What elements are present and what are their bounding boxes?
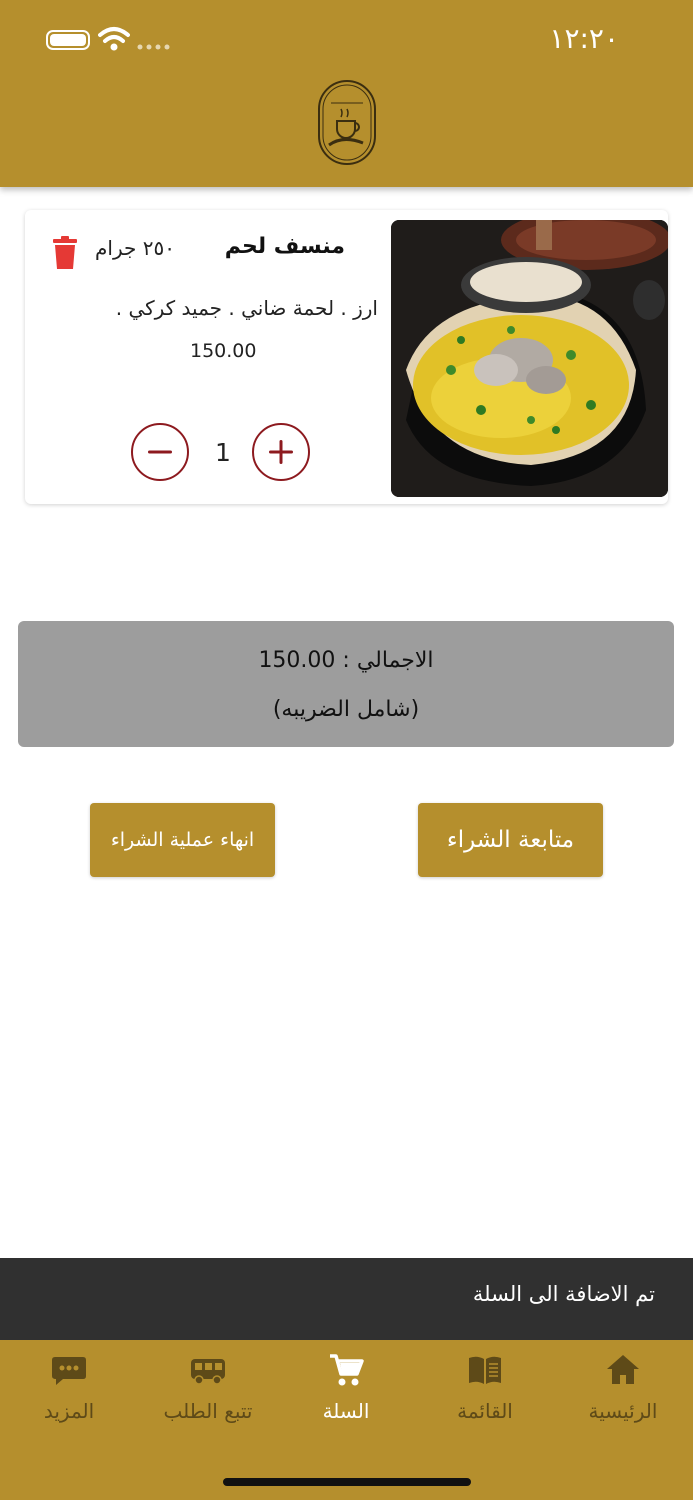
- decrease-quantity-button[interactable]: [131, 423, 189, 481]
- nav-item-track-order[interactable]: تتبع الطلب: [148, 1352, 268, 1434]
- battery-icon: [46, 30, 90, 50]
- item-image: [391, 220, 668, 497]
- home-icon: [607, 1355, 639, 1384]
- app-header: ١٢:٢٠: [0, 0, 693, 187]
- snackbar-message: تم الاضافة الى السلة: [472, 1282, 655, 1306]
- item-weight: ٢٥٠ جرام: [95, 236, 175, 260]
- brand-logo: [318, 80, 376, 165]
- quantity-value: 1: [215, 438, 231, 467]
- nav-item-home[interactable]: الرئيسية: [563, 1352, 683, 1434]
- item-name: منسف لحم: [224, 234, 345, 259]
- menu-book-icon: [469, 1356, 501, 1384]
- nav-label-home: الرئيسية: [588, 1399, 658, 1423]
- item-description: ارز . لحمة ضاني . جميد كركي .: [115, 296, 378, 320]
- snackbar: تم الاضافة الى السلة: [0, 1258, 693, 1340]
- tax-note: (شامل الضريبه): [272, 697, 420, 722]
- truck-icon: [191, 1359, 225, 1385]
- item-price: 150.00: [190, 340, 257, 362]
- continue-shopping-button[interactable]: متابعة الشراء: [418, 803, 603, 877]
- plus-icon: [269, 440, 293, 464]
- home-indicator[interactable]: [223, 1478, 471, 1486]
- nav-label-more: المزيد: [43, 1399, 95, 1423]
- nav-item-menu[interactable]: القائمة: [425, 1352, 545, 1434]
- order-total-box: الاجمالي : 150.00 (شامل الضريبه): [18, 621, 674, 747]
- nav-label-cart: السلة: [322, 1399, 370, 1423]
- cart-icon: [330, 1354, 364, 1386]
- total-amount: الاجمالي : 150.00: [258, 648, 434, 673]
- nav-label-track-order: تتبع الطلب: [163, 1399, 253, 1423]
- increase-quantity-button[interactable]: [252, 423, 310, 481]
- nav-item-more[interactable]: المزيد: [9, 1352, 129, 1434]
- nav-item-cart[interactable]: السلة: [286, 1352, 406, 1434]
- bottom-navigation: الرئيسية القائمة السلة تتبع الطلب المزيد: [0, 1340, 693, 1500]
- status-time: ١٢:٢٠: [549, 22, 619, 55]
- checkout-button[interactable]: انهاء عملية الشراء: [90, 803, 275, 877]
- signal-icon: [137, 44, 170, 50]
- more-icon: [52, 1357, 86, 1385]
- delete-icon[interactable]: [51, 236, 79, 270]
- wifi-icon: [98, 27, 130, 51]
- minus-icon: [148, 450, 172, 454]
- nav-label-menu: القائمة: [457, 1399, 513, 1423]
- cart-item-card: منسف لحم ٢٥٠ جرام ارز . لحمة ضاني . جميد…: [25, 210, 668, 504]
- cart-screen: ١٢:٢٠ منسف لحم ٢٥٠ جرام ارز . لحمة ضاني …: [0, 0, 693, 1500]
